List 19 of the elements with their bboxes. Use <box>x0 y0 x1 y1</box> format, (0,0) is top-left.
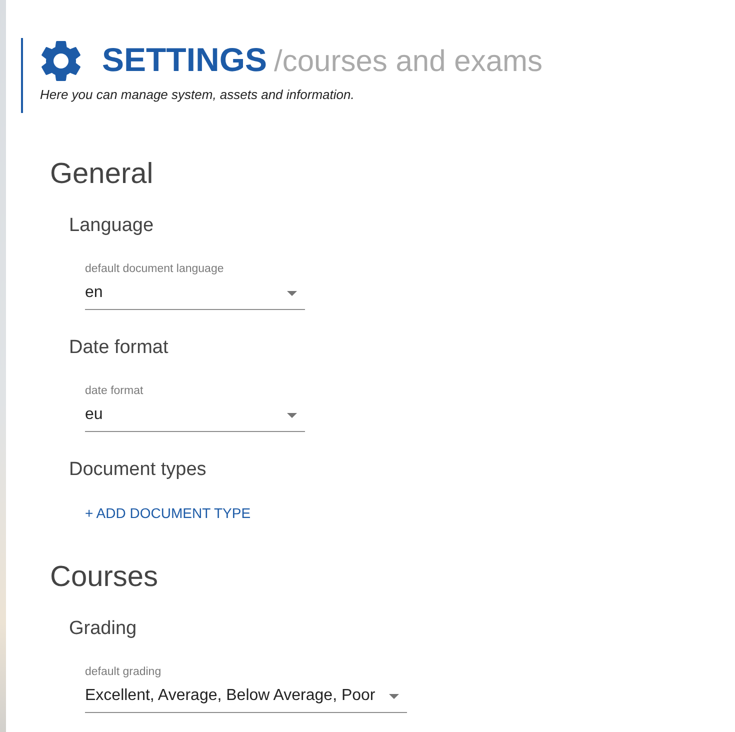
section-title: Courses <box>50 560 159 594</box>
select-field[interactable]: Excellent, Average, Below Average, Poor <box>85 686 408 713</box>
page-subtitle: /courses and exams <box>274 44 542 80</box>
group-title: Date format <box>69 336 170 360</box>
group-title: Grading <box>69 617 138 641</box>
select-field[interactable]: en <box>85 283 305 310</box>
section-title: General <box>50 157 154 191</box>
field-label: default grading <box>85 665 162 679</box>
field-label: date format <box>85 384 144 398</box>
field-label: default document language <box>85 262 224 276</box>
page-description: Here you can manage system, assets and information. <box>40 87 356 103</box>
page-title: SETTINGS <box>102 40 268 80</box>
caret-icon <box>287 290 297 296</box>
group-title: Language <box>69 214 155 238</box>
add-document-type-button[interactable]: + ADD DOCUMENT TYPE <box>77 496 259 530</box>
caret-icon <box>389 694 400 698</box>
select-field[interactable]: eu <box>85 405 305 432</box>
caret-icon <box>287 412 297 418</box>
group-title: Document types <box>69 458 208 482</box>
